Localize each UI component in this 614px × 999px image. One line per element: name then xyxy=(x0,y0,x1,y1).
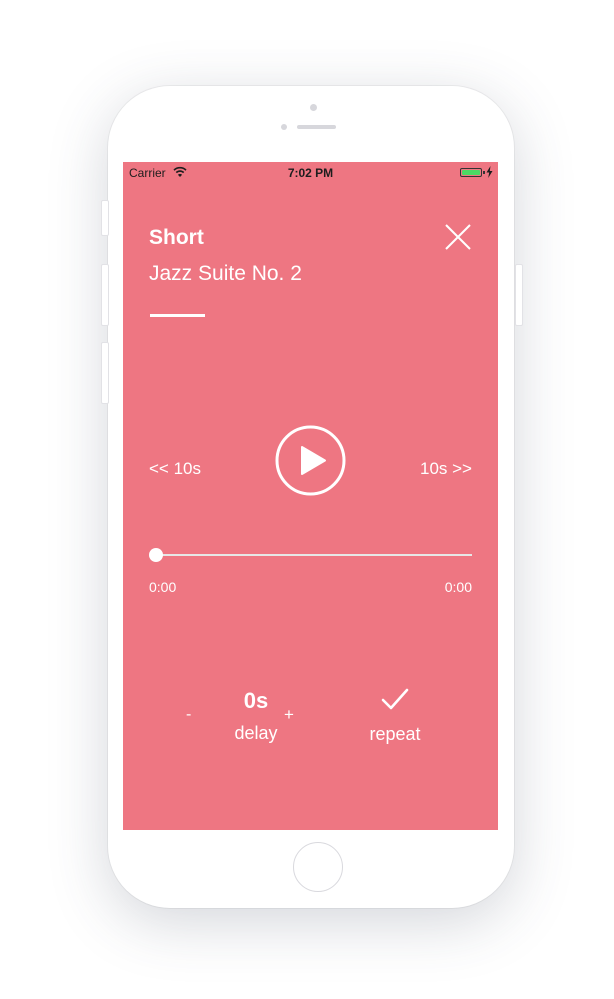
total-time: 0:00 xyxy=(444,579,472,595)
rewind-10s-button[interactable]: << 10s xyxy=(149,459,201,479)
delay-increase-button[interactable]: + xyxy=(284,705,294,725)
forward-10s-button[interactable]: 10s >> xyxy=(420,459,472,479)
earpiece-speaker xyxy=(297,125,336,129)
current-time: 0:00 xyxy=(149,579,177,595)
mute-switch xyxy=(101,200,109,236)
title-underline xyxy=(150,314,205,317)
status-time: 7:02 PM xyxy=(287,166,334,180)
delay-label: delay xyxy=(234,723,278,743)
charging-bolt-icon xyxy=(486,166,493,178)
volume-down-button xyxy=(101,342,109,404)
close-icon[interactable] xyxy=(443,222,473,252)
repeat-toggle[interactable]: repeat xyxy=(345,724,445,745)
battery-icon xyxy=(460,168,482,177)
proximity-sensor xyxy=(281,124,287,130)
battery-cap xyxy=(483,171,485,174)
checkmark-icon[interactable] xyxy=(380,687,410,713)
volume-up-button xyxy=(101,264,109,326)
progress-thumb[interactable] xyxy=(149,548,163,562)
power-button xyxy=(515,264,523,326)
delay-decrease-button[interactable]: - xyxy=(186,706,191,724)
play-icon[interactable] xyxy=(275,425,346,496)
progress-track[interactable] xyxy=(156,554,472,556)
home-button[interactable] xyxy=(293,842,343,892)
track-subtitle: Jazz Suite No. 2 xyxy=(149,262,302,285)
player-screen: Carrier 7:02 PM Short Jazz Suite No. 2 <… xyxy=(123,162,498,830)
front-camera xyxy=(310,104,317,111)
status-bar: Carrier 7:02 PM xyxy=(123,162,498,182)
track-title: Short xyxy=(149,226,204,249)
